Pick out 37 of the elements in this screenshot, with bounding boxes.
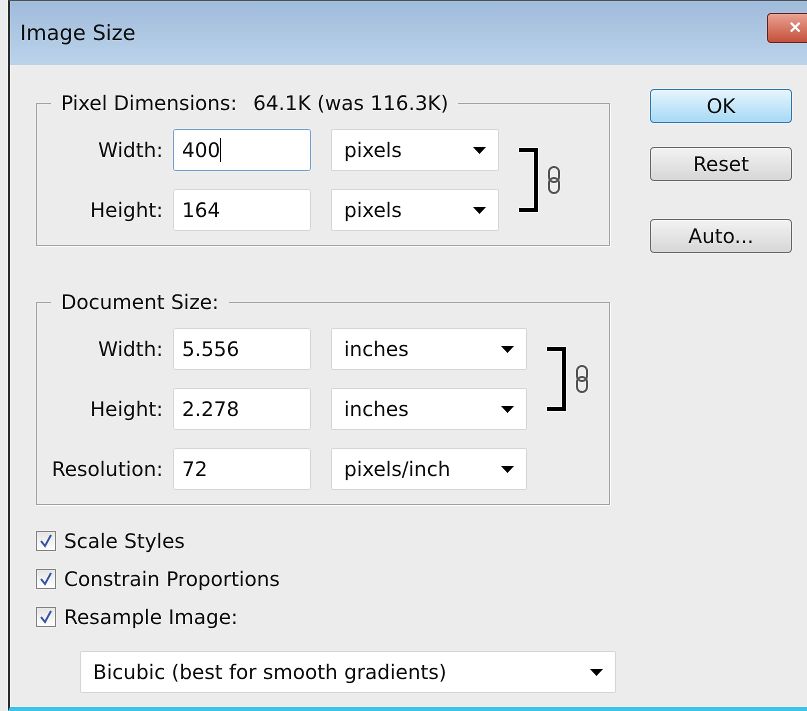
group-title: Document Size: [61,290,219,314]
checkbox-option[interactable]: Constrain Proportions [36,567,610,591]
value-input[interactable]: 5.556 [173,328,311,370]
value-input[interactable]: 164 [173,189,311,231]
dialog-button[interactable]: OK [650,89,792,123]
value-input[interactable]: 2.278 [173,388,311,430]
checkbox-option[interactable]: Scale Styles [36,529,610,553]
group-title: Pixel Dimensions: [61,91,238,115]
field-label: Width: [97,138,164,162]
unit-dropdown[interactable]: inches [331,388,527,430]
checkbox[interactable] [36,607,56,627]
unit-dropdown[interactable]: pixels [331,129,499,171]
window-title: Image Size [20,21,136,45]
dropdown-arrow-icon [501,406,514,412]
unit-dropdown[interactable]: pixels/inch [331,448,527,490]
dialog-button[interactable]: Auto... [650,219,792,253]
unit-dropdown[interactable]: inches [331,328,527,370]
value-input[interactable]: 72 [173,448,311,490]
pixel-size-text: 64.1K (was 116.3K) [253,91,448,115]
field-label: Height: [89,397,164,421]
dropdown-arrow-icon [501,466,514,472]
dropdown-arrow-icon [473,206,486,214]
field-label: Resolution: [50,457,164,481]
chain-link-icon [547,166,561,194]
field-label: Width: [97,337,164,361]
field-label: Height: [89,198,164,222]
dialog-button[interactable]: Reset [650,147,792,181]
checkbox-option[interactable]: Resample Image: [36,605,610,629]
chain-link-icon [575,365,589,393]
resample-dropdown[interactable]: Bicubic (best for smooth gradients) [80,651,616,693]
value-input[interactable]: 400 [173,129,311,171]
dropdown-arrow-icon [473,146,486,154]
checkbox[interactable] [36,569,56,589]
checkbox[interactable] [36,531,56,551]
dropdown-arrow-icon [501,346,514,352]
dropdown-arrow-icon [590,668,603,676]
unit-dropdown[interactable]: pixels [331,189,499,231]
